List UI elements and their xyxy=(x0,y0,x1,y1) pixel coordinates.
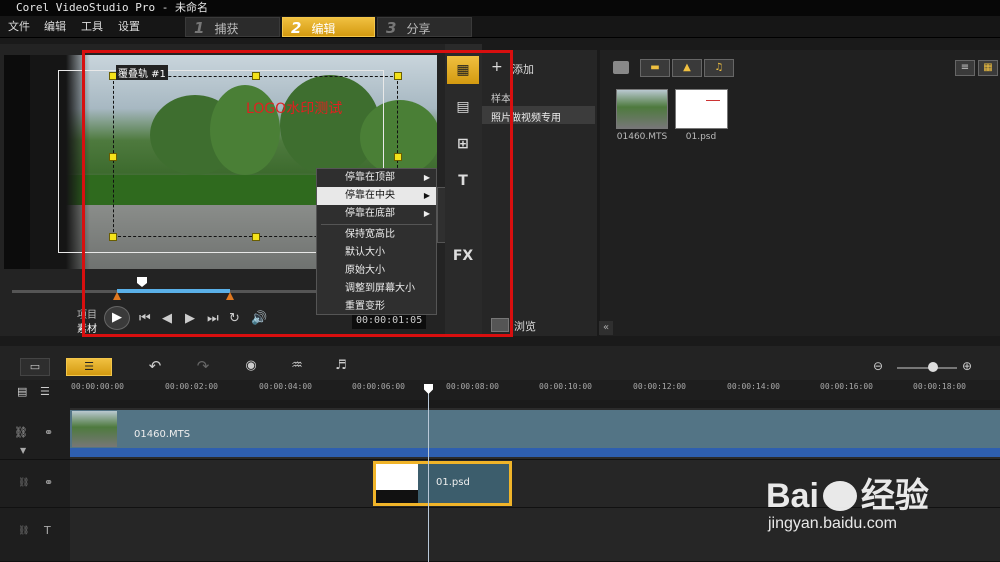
window-title: Corel VideoStudio Pro - 未命名 xyxy=(0,0,1000,16)
tick-label: 00:00:04:00 xyxy=(259,382,312,391)
menu-bar xyxy=(0,16,1000,38)
video-track-icon[interactable]: ⚭ xyxy=(44,426,53,439)
video-clip[interactable] xyxy=(70,410,1000,448)
title-track-header: ⛓ T xyxy=(0,508,70,562)
tick-label: 00:00:02:00 xyxy=(165,382,218,391)
show-audio-icon[interactable]: ♫ xyxy=(704,59,734,77)
track-manager-area xyxy=(0,380,70,408)
storyboard-view-icon[interactable]: ▭ xyxy=(20,358,50,376)
tick-label: 00:00:14:00 xyxy=(727,382,780,391)
track-lock-icon[interactable]: ⛓ xyxy=(18,478,29,488)
folder-icon[interactable] xyxy=(613,61,629,74)
zoom-out-icon[interactable]: ⊖ xyxy=(873,359,883,373)
thumbnail-view-icon[interactable]: ▦ xyxy=(978,60,998,76)
tick-label: 00:00:08:00 xyxy=(446,382,499,391)
highlight-outline xyxy=(82,50,513,337)
overlay-track-icon[interactable]: ⚭ xyxy=(44,476,53,489)
zoom-in-icon[interactable]: ⊕ xyxy=(962,359,972,373)
overlay-clip-name: 01.psd xyxy=(436,477,470,488)
zoom-slider-thumb[interactable] xyxy=(928,362,938,372)
sound-mixer-icon[interactable]: ♒ xyxy=(285,358,309,376)
title-track-icon[interactable]: T xyxy=(44,524,51,537)
overlay-clip-thumbnail xyxy=(376,464,418,503)
step-share[interactable]: 3 分享 xyxy=(377,17,472,37)
tick-label: 00:00:16:00 xyxy=(820,382,873,391)
tick-label: 00:00:00:00 xyxy=(71,382,124,391)
step-edit[interactable]: 2 编辑 xyxy=(282,17,375,37)
media-thumb-video[interactable] xyxy=(616,89,668,129)
tick-label: 00:00:10:00 xyxy=(539,382,592,391)
track-lock-icon[interactable]: ⛓ xyxy=(18,526,29,536)
media-name-psd: 01.psd xyxy=(685,132,717,142)
auto-music-icon[interactable]: ♬ xyxy=(329,358,353,376)
track-lock-icon[interactable]: ⛓ xyxy=(14,426,28,439)
show-video-icon[interactable]: ▬ xyxy=(640,59,670,77)
playhead-line xyxy=(428,390,429,562)
tick-label: 00:00:12:00 xyxy=(633,382,686,391)
media-name-video: 01460.MTS xyxy=(616,132,668,142)
track-expand-icon[interactable]: ▼ xyxy=(20,446,26,455)
tick-label: 00:00:06:00 xyxy=(352,382,405,391)
chapter-list-icon[interactable]: ☰ xyxy=(40,385,50,398)
menu-file[interactable]: 文件 xyxy=(8,16,30,38)
baidu-watermark-url: jingyan.baidu.com xyxy=(768,515,897,532)
video-clip-thumbnail xyxy=(72,411,117,447)
add-folder-button[interactable]: 添加 xyxy=(512,61,534,77)
collapse-icon[interactable]: « xyxy=(599,321,613,335)
overlay-track-header: ⛓ ⚭ xyxy=(0,460,70,508)
paw-icon xyxy=(822,481,857,511)
list-view-icon[interactable]: ≡ xyxy=(955,60,975,76)
show-photo-icon[interactable]: ▲ xyxy=(672,59,702,77)
video-track-header: ⛓ ⚭ ▼ xyxy=(0,408,70,460)
menu-edit[interactable]: 编辑 xyxy=(44,16,66,38)
video-clip-audio xyxy=(70,448,1000,457)
timeline-view-icon[interactable]: ☰ xyxy=(66,358,112,376)
menu-tools[interactable]: 工具 xyxy=(81,16,103,38)
browse-button[interactable]: 浏览 xyxy=(514,318,536,334)
preview-letterbox xyxy=(4,55,30,269)
media-thumb-psd[interactable] xyxy=(675,89,728,129)
video-clip-name: 01460.MTS xyxy=(134,429,191,440)
record-capture-icon[interactable]: ◉ xyxy=(239,358,263,376)
undo-icon[interactable]: ↶ xyxy=(143,358,167,376)
tick-label: 00:00:18:00 xyxy=(913,382,966,391)
baidu-watermark-logo: Bai 经验 xyxy=(766,477,929,515)
menu-settings[interactable]: 设置 xyxy=(118,16,140,38)
step-capture[interactable]: 1 捕获 xyxy=(185,17,280,37)
redo-icon[interactable]: ↷ xyxy=(191,358,215,376)
zoom-slider[interactable] xyxy=(897,367,957,369)
track-manager-icon[interactable]: ▤ xyxy=(17,385,27,398)
